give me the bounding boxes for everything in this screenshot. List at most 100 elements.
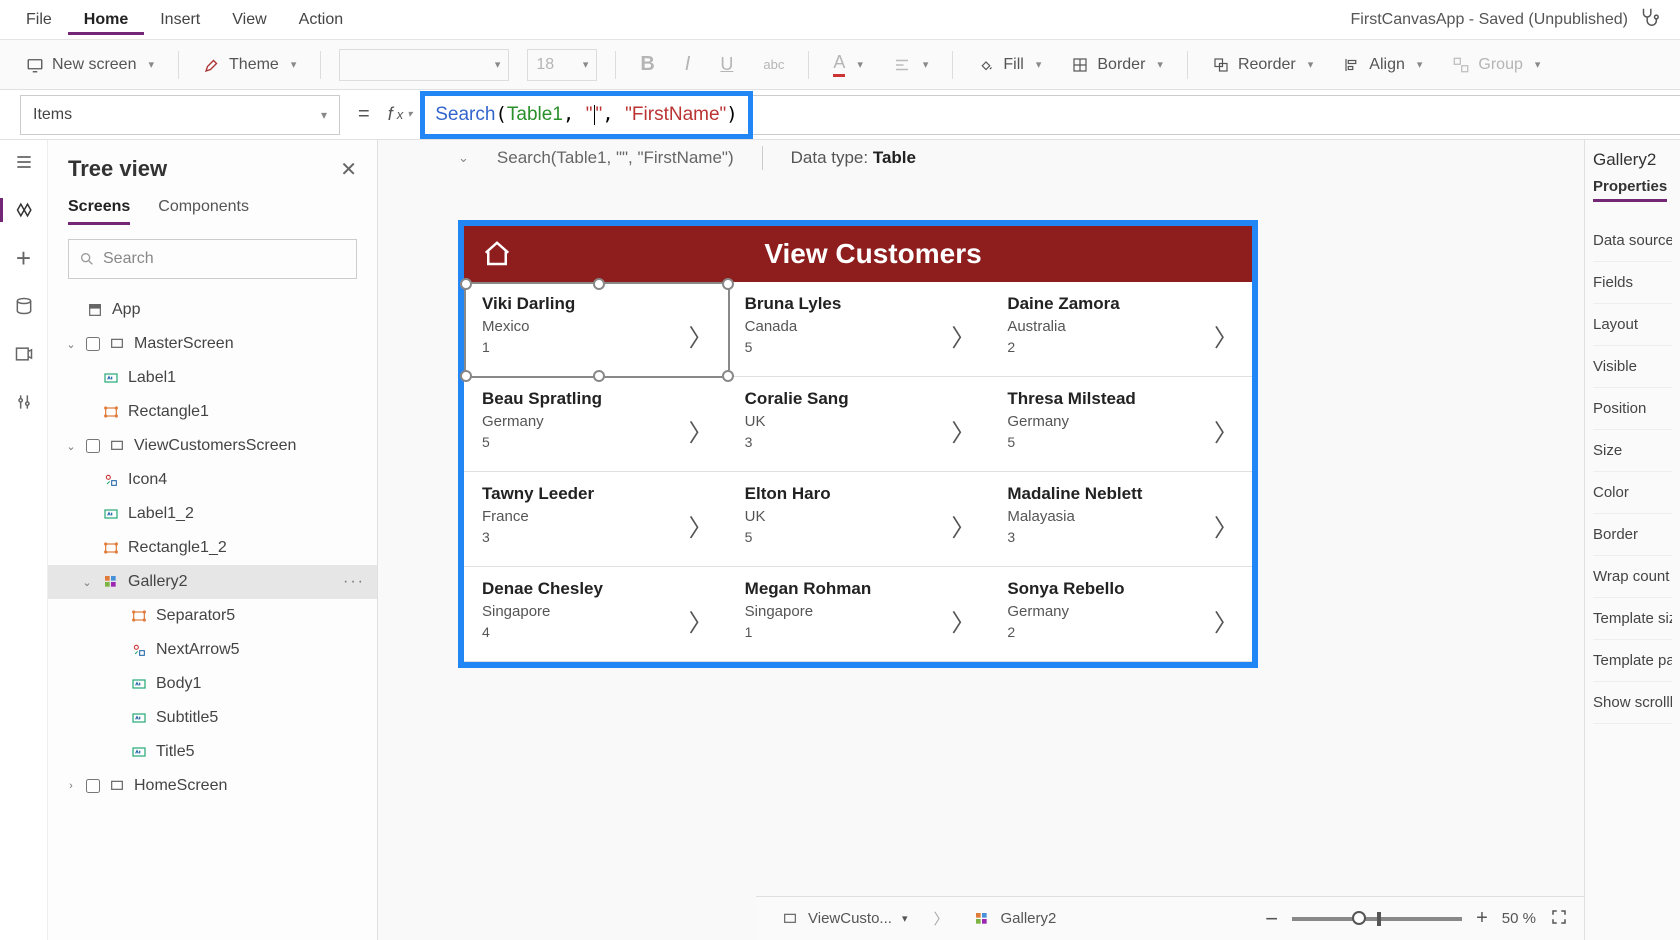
bold-button[interactable]: B bbox=[634, 49, 660, 80]
next-arrow-icon[interactable]: 〉 bbox=[689, 603, 713, 638]
gallery-item[interactable]: Bruna LylesCanada5〉 bbox=[727, 282, 990, 377]
font-color-button[interactable]: A bbox=[827, 48, 869, 81]
tree-item-gallery2[interactable]: ⌄Gallery2··· bbox=[48, 565, 377, 599]
property-row[interactable]: Data source bbox=[1593, 220, 1672, 262]
fill-button[interactable]: Fill bbox=[971, 52, 1047, 78]
tree-item-icon4[interactable]: Icon4 bbox=[48, 463, 377, 497]
zoom-out-button[interactable]: − bbox=[1265, 906, 1278, 932]
tree-item-body1[interactable]: Body1 bbox=[48, 667, 377, 701]
zoom-slider[interactable] bbox=[1292, 917, 1462, 921]
tree-view-icon[interactable] bbox=[0, 198, 44, 222]
property-row[interactable]: Border bbox=[1593, 514, 1672, 556]
tree-item-app[interactable]: App bbox=[48, 293, 377, 327]
property-row[interactable]: Show scrollbar bbox=[1593, 682, 1672, 724]
property-row[interactable]: Visible bbox=[1593, 346, 1672, 388]
reorder-button[interactable]: Reorder bbox=[1206, 52, 1319, 78]
italic-button[interactable]: I bbox=[679, 49, 697, 80]
gallery-item[interactable]: Daine ZamoraAustralia2〉 bbox=[989, 282, 1252, 377]
home-icon[interactable] bbox=[482, 239, 512, 269]
gallery-item[interactable]: Tawny LeederFrance3〉 bbox=[464, 472, 727, 567]
text-align-button[interactable] bbox=[887, 52, 935, 78]
font-family-dropdown[interactable] bbox=[339, 49, 509, 81]
tree-item-separator5[interactable]: Separator5 bbox=[48, 599, 377, 633]
gallery-item[interactable]: Coralie SangUK3〉 bbox=[727, 377, 990, 472]
gallery-selection-frame[interactable]: View Customers Viki DarlingMexico1〉Bruna… bbox=[458, 220, 1258, 668]
chevron-down-icon[interactable]: ⌄ bbox=[458, 150, 469, 166]
property-row[interactable]: Fields bbox=[1593, 262, 1672, 304]
theme-button[interactable]: Theme bbox=[197, 52, 302, 78]
property-row[interactable]: Wrap count bbox=[1593, 556, 1672, 598]
property-dropdown[interactable]: Items ▾ bbox=[20, 95, 340, 135]
formula-input[interactable]: Search(Table1, "", "FirstName") bbox=[435, 103, 738, 126]
strikethrough-button[interactable]: abc bbox=[757, 53, 790, 76]
tree-item-viewcustomersscreen[interactable]: ⌄ViewCustomersScreen bbox=[48, 429, 377, 463]
tab-components[interactable]: Components bbox=[158, 198, 249, 225]
data-icon[interactable] bbox=[12, 294, 36, 318]
tree-search-input[interactable]: Search bbox=[68, 239, 357, 279]
fx-button[interactable]: fx bbox=[388, 104, 413, 125]
menu-view[interactable]: View bbox=[216, 5, 282, 35]
gallery-item[interactable]: Sonya RebelloGermany2〉 bbox=[989, 567, 1252, 662]
next-arrow-icon[interactable]: 〉 bbox=[689, 508, 713, 543]
tree-item-title5[interactable]: Title5 bbox=[48, 735, 377, 769]
fit-to-screen-icon[interactable] bbox=[1550, 908, 1568, 930]
property-row[interactable]: Template padding bbox=[1593, 640, 1672, 682]
next-arrow-icon[interactable]: 〉 bbox=[1214, 318, 1238, 353]
next-arrow-icon[interactable]: 〉 bbox=[1214, 603, 1238, 638]
expand-icon[interactable]: ⌄ bbox=[64, 440, 78, 453]
gallery[interactable]: Viki DarlingMexico1〉Bruna LylesCanada5〉D… bbox=[464, 282, 1252, 662]
gallery-item[interactable]: Elton HaroUK5〉 bbox=[727, 472, 990, 567]
tree-item-rectangle1[interactable]: Rectangle1 bbox=[48, 395, 377, 429]
screen-checkbox[interactable] bbox=[86, 439, 100, 453]
screen-checkbox[interactable] bbox=[86, 779, 100, 793]
group-button[interactable]: Group bbox=[1446, 52, 1546, 78]
tree-item-label1[interactable]: Label1 bbox=[48, 361, 377, 395]
tree-item-masterscreen[interactable]: ⌄MasterScreen bbox=[48, 327, 377, 361]
next-arrow-icon[interactable]: 〉 bbox=[689, 318, 713, 353]
tab-screens[interactable]: Screens bbox=[68, 198, 130, 225]
property-row[interactable]: Position bbox=[1593, 388, 1672, 430]
close-icon[interactable]: ✕ bbox=[340, 157, 357, 182]
more-icon[interactable]: ··· bbox=[343, 573, 365, 591]
new-screen-button[interactable]: New screen bbox=[20, 52, 160, 78]
hamburger-icon[interactable] bbox=[12, 150, 36, 174]
next-arrow-icon[interactable]: 〉 bbox=[951, 318, 975, 353]
property-row[interactable]: Size bbox=[1593, 430, 1672, 472]
stethoscope-icon[interactable] bbox=[1638, 6, 1660, 33]
gallery-item[interactable]: Viki DarlingMexico1〉 bbox=[464, 282, 727, 377]
gallery-item[interactable]: Beau SpratlingGermany5〉 bbox=[464, 377, 727, 472]
next-arrow-icon[interactable]: 〉 bbox=[951, 603, 975, 638]
gallery-item[interactable]: Thresa MilsteadGermany5〉 bbox=[989, 377, 1252, 472]
gallery-item[interactable]: Madaline NeblettMalayasia3〉 bbox=[989, 472, 1252, 567]
media-icon[interactable] bbox=[12, 342, 36, 366]
tree-item-nextarrow5[interactable]: NextArrow5 bbox=[48, 633, 377, 667]
next-arrow-icon[interactable]: 〉 bbox=[1214, 508, 1238, 543]
align-button[interactable]: Align bbox=[1337, 52, 1428, 78]
next-arrow-icon[interactable]: 〉 bbox=[951, 508, 975, 543]
expand-icon[interactable]: ⌄ bbox=[80, 576, 94, 589]
next-arrow-icon[interactable]: 〉 bbox=[951, 413, 975, 448]
border-button[interactable]: Border bbox=[1065, 52, 1169, 78]
menu-file[interactable]: File bbox=[10, 5, 68, 35]
expand-icon[interactable]: › bbox=[64, 780, 78, 792]
property-row[interactable]: Color bbox=[1593, 472, 1672, 514]
properties-tab[interactable]: Properties bbox=[1593, 178, 1667, 202]
gallery-item[interactable]: Megan RohmanSingapore1〉 bbox=[727, 567, 990, 662]
property-row[interactable]: Layout bbox=[1593, 304, 1672, 346]
tree-item-rectangle1_2[interactable]: Rectangle1_2 bbox=[48, 531, 377, 565]
advanced-tools-icon[interactable] bbox=[12, 390, 36, 414]
tree-item-subtitle5[interactable]: Subtitle5 bbox=[48, 701, 377, 735]
expand-icon[interactable]: ⌄ bbox=[64, 338, 78, 351]
insert-icon[interactable]: + bbox=[12, 246, 36, 270]
tree-item-homescreen[interactable]: ›HomeScreen bbox=[48, 769, 377, 803]
canvas[interactable]: ⌄ Search(Table1, "", "FirstName") Data t… bbox=[378, 140, 1584, 940]
next-arrow-icon[interactable]: 〉 bbox=[689, 413, 713, 448]
menu-insert[interactable]: Insert bbox=[144, 5, 216, 35]
tree-item-label1_2[interactable]: Label1_2 bbox=[48, 497, 377, 531]
gallery-item[interactable]: Denae ChesleySingapore4〉 bbox=[464, 567, 727, 662]
menu-home[interactable]: Home bbox=[68, 5, 144, 35]
underline-button[interactable]: U bbox=[714, 50, 739, 79]
breadcrumb-screen[interactable]: ViewCusto... ▾ bbox=[772, 906, 917, 931]
property-row[interactable]: Template size bbox=[1593, 598, 1672, 640]
screen-checkbox[interactable] bbox=[86, 337, 100, 351]
